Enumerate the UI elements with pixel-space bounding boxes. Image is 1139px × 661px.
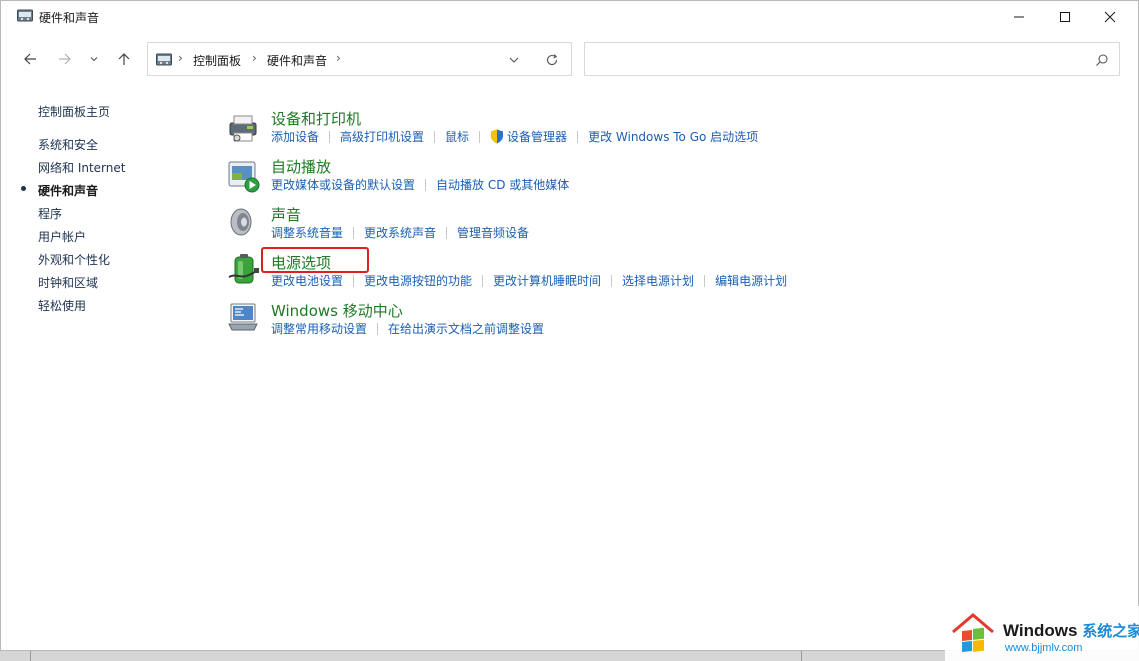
link-mouse[interactable]: 鼠标 — [445, 128, 469, 145]
link-adjust-mobility-settings[interactable]: 调整常用移动设置 — [271, 320, 367, 337]
close-icon — [1104, 11, 1116, 23]
link-manage-audio-devices[interactable]: 管理音频设备 — [457, 224, 529, 241]
link-separator — [577, 130, 579, 143]
sidebar-item-programs[interactable]: 程序 — [38, 205, 62, 222]
watermark-title-cn: 系统之家 — [1082, 623, 1139, 640]
link-adjust-volume[interactable]: 调整系统音量 — [271, 224, 343, 241]
watermark: Windows 系统之家 www.bjjmlv.com — [945, 606, 1139, 661]
link-choose-power-plan[interactable]: 选择电源计划 — [622, 272, 694, 289]
close-button[interactable] — [1087, 1, 1133, 33]
maximize-icon — [1060, 12, 1070, 22]
recent-locations-button[interactable] — [84, 47, 104, 71]
category-title-devices-printers[interactable]: 设备和打印机 — [271, 108, 361, 129]
link-separator — [353, 274, 355, 287]
link-change-battery-settings[interactable]: 更改电池设置 — [271, 272, 343, 289]
sidebar-item-clock-region[interactable]: 时钟和区域 — [38, 274, 98, 291]
refresh-icon[interactable] — [545, 53, 559, 67]
link-separator — [353, 226, 355, 239]
link-separator — [425, 178, 427, 191]
breadcrumb-separator: › — [178, 51, 183, 65]
link-separator — [329, 130, 331, 143]
sidebar-item-network-internet[interactable]: 网络和 Internet — [38, 159, 125, 176]
window-title: 硬件和声音 — [39, 11, 100, 25]
title-bar: 硬件和声音 — [1, 1, 1138, 33]
sidebar-item-ease-of-access[interactable]: 轻松使用 — [38, 297, 86, 314]
battery-icon[interactable] — [227, 253, 261, 287]
control-panel-icon — [17, 9, 33, 22]
control-panel-icon — [156, 53, 172, 66]
speaker-icon[interactable] — [227, 205, 261, 239]
strip-divider — [30, 651, 31, 661]
link-power-button-function[interactable]: 更改电源按钮的功能 — [364, 272, 472, 289]
sidebar-item-user-accounts[interactable]: 用户帐户 — [38, 228, 86, 245]
link-windows-to-go[interactable]: 更改 Windows To Go 启动选项 — [588, 128, 758, 145]
search-input[interactable] — [584, 42, 1120, 76]
maximize-button[interactable] — [1042, 1, 1088, 33]
forward-button[interactable] — [53, 47, 77, 71]
address-bar[interactable]: › 控制面板 › 硬件和声音 › — [147, 42, 572, 76]
link-separator — [377, 322, 379, 335]
printer-icon[interactable] — [227, 111, 261, 145]
link-advanced-printer-setup[interactable]: 高级打印机设置 — [340, 128, 424, 145]
arrow-up-icon — [118, 53, 130, 65]
link-autoplay-cd[interactable]: 自动播放 CD 或其他媒体 — [436, 176, 569, 193]
link-edit-power-plan[interactable]: 编辑电源计划 — [715, 272, 787, 289]
windows-house-logo — [952, 613, 994, 652]
link-separator — [482, 274, 484, 287]
chevron-down-icon[interactable] — [508, 55, 520, 65]
uac-shield-icon — [491, 129, 504, 144]
category-links-power-options: 更改电池设置 更改电源按钮的功能 更改计算机睡眠时间 选择电源计划 编辑电源计划 — [271, 272, 787, 289]
minimize-button[interactable] — [996, 1, 1042, 33]
strip-divider — [801, 651, 802, 661]
link-device-manager[interactable]: 设备管理器 — [507, 128, 567, 145]
sidebar-item-home[interactable]: 控制面板主页 — [38, 103, 110, 120]
watermark-title-en: Windows — [1003, 621, 1078, 640]
link-add-device[interactable]: 添加设备 — [271, 128, 319, 145]
minimize-icon — [1014, 16, 1024, 18]
highlight-annotation — [261, 247, 369, 273]
up-button[interactable] — [112, 47, 136, 71]
breadcrumb-separator[interactable]: › — [336, 51, 341, 65]
autoplay-icon[interactable] — [227, 159, 261, 193]
link-change-default-media[interactable]: 更改媒体或设备的默认设置 — [271, 176, 415, 193]
current-item-bullet — [21, 186, 26, 191]
link-separator — [434, 130, 436, 143]
category-links-sound: 调整系统音量 更改系统声音 管理音频设备 — [271, 224, 529, 241]
breadcrumb-item-control-panel[interactable]: 控制面板 — [193, 52, 241, 69]
category-title-mobility-center[interactable]: Windows 移动中心 — [271, 300, 403, 321]
sidebar-item-hardware-sound: 硬件和声音 — [38, 184, 99, 198]
link-separator — [446, 226, 448, 239]
link-presentation-settings[interactable]: 在给出演示文档之前调整设置 — [388, 320, 544, 337]
watermark-title: Windows 系统之家 — [1003, 620, 1139, 641]
link-change-system-sounds[interactable]: 更改系统声音 — [364, 224, 436, 241]
category-links-mobility-center: 调整常用移动设置 在给出演示文档之前调整设置 — [271, 320, 544, 337]
arrow-right-icon — [59, 53, 71, 65]
breadcrumb-separator[interactable]: › — [252, 51, 257, 65]
category-title-sound[interactable]: 声音 — [271, 204, 301, 225]
sidebar-item-system-security[interactable]: 系统和安全 — [38, 136, 98, 153]
watermark-url: www.bjjmlv.com — [1005, 642, 1083, 654]
category-links-autoplay: 更改媒体或设备的默认设置 自动播放 CD 或其他媒体 — [271, 176, 569, 193]
link-separator — [704, 274, 706, 287]
mobility-center-icon[interactable] — [227, 301, 261, 335]
search-icon — [1096, 54, 1108, 66]
sidebar-item-appearance[interactable]: 外观和个性化 — [38, 251, 110, 268]
link-separator — [479, 130, 481, 143]
breadcrumb-item-hardware-sound[interactable]: 硬件和声音 — [267, 52, 327, 69]
arrow-left-icon — [24, 53, 36, 65]
link-sleep-time[interactable]: 更改计算机睡眠时间 — [493, 272, 601, 289]
link-separator — [611, 274, 613, 287]
control-panel-window: 硬件和声音 › 控制面板 › 硬件和声音 › 控制面板主页 系统和安全 网络和 … — [0, 0, 1139, 651]
category-title-autoplay[interactable]: 自动播放 — [271, 156, 331, 177]
category-links-devices-printers: 添加设备 高级打印机设置 鼠标 设备管理器 更改 Windows To Go 启… — [271, 128, 758, 145]
back-button[interactable] — [18, 47, 42, 71]
chevron-down-icon — [90, 57, 98, 62]
